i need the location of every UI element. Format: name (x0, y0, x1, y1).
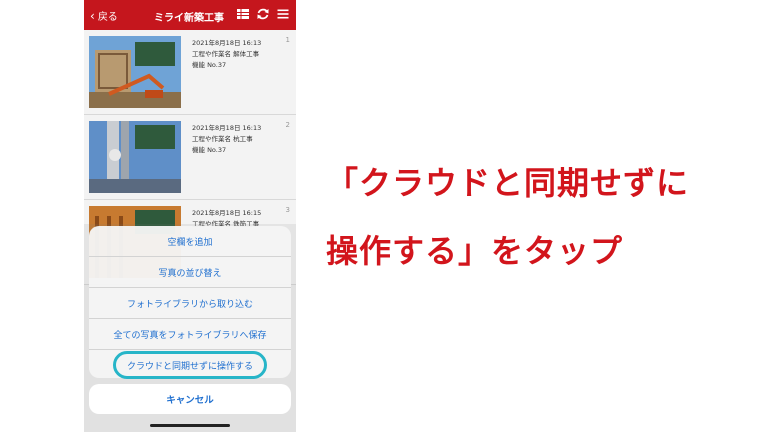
back-label: 戻る (97, 12, 118, 23)
photo-work: 工程や作業名 杭工事 (192, 135, 253, 143)
photo-index: 2 (285, 121, 290, 129)
add-blank-button[interactable]: 空欄を追加 (89, 226, 291, 257)
grid-icon[interactable] (236, 7, 250, 21)
photo-index: 1 (285, 36, 290, 44)
reorder-photos-button[interactable]: 写真の並び替え (89, 257, 291, 288)
photo-device: 機能 No.37 (192, 61, 227, 69)
phone-screen: ‹ 戻る ミライ新築工事 2021年8月18日 16:13 工程や作業名 解体工… (84, 0, 296, 432)
caption-line-2: 操作する」をタップ (326, 232, 624, 270)
nav-actions (236, 7, 290, 21)
construction-photo (89, 121, 181, 193)
cancel-button[interactable]: キャンセル (89, 384, 291, 414)
save-all-to-library-button[interactable]: 全ての写真をフォトライブラリへ保存 (89, 319, 291, 350)
sync-icon[interactable] (256, 7, 270, 21)
photo-date: 2021年8月18日 16:13 (192, 124, 262, 132)
caption-line-1: 「クラウドと同期せずに (326, 164, 690, 202)
back-button[interactable]: ‹ 戻る (90, 8, 118, 24)
photo-index: 3 (285, 206, 290, 214)
highlight-ring (113, 351, 267, 379)
construction-photo (89, 36, 181, 108)
import-from-library-button[interactable]: フォトライブラリから取り込む (89, 288, 291, 319)
photo-meta: 2021年8月18日 16:13 工程や作業名 解体工事 機能 No.37 (192, 38, 261, 71)
photo-meta: 2021年8月18日 16:13 工程や作業名 杭工事 機能 No.37 (192, 123, 261, 156)
photo-date: 2021年8月18日 16:13 (192, 39, 262, 47)
page-title: ミライ新築工事 (154, 13, 224, 24)
menu-icon[interactable] (276, 7, 290, 21)
photo-date: 2021年8月18日 16:15 (192, 209, 262, 217)
navigation-bar: ‹ 戻る ミライ新築工事 (84, 0, 296, 30)
photo-work: 工程や作業名 解体工事 (192, 50, 260, 58)
chevron-left-icon: ‹ (90, 8, 95, 23)
photo-device: 機能 No.37 (192, 146, 227, 154)
home-indicator (150, 424, 230, 427)
list-item[interactable]: 2021年8月18日 16:13 工程や作業名 杭工事 機能 No.37 2 (84, 115, 296, 200)
list-item[interactable]: 2021年8月18日 16:13 工程や作業名 解体工事 機能 No.37 1 (84, 30, 296, 115)
